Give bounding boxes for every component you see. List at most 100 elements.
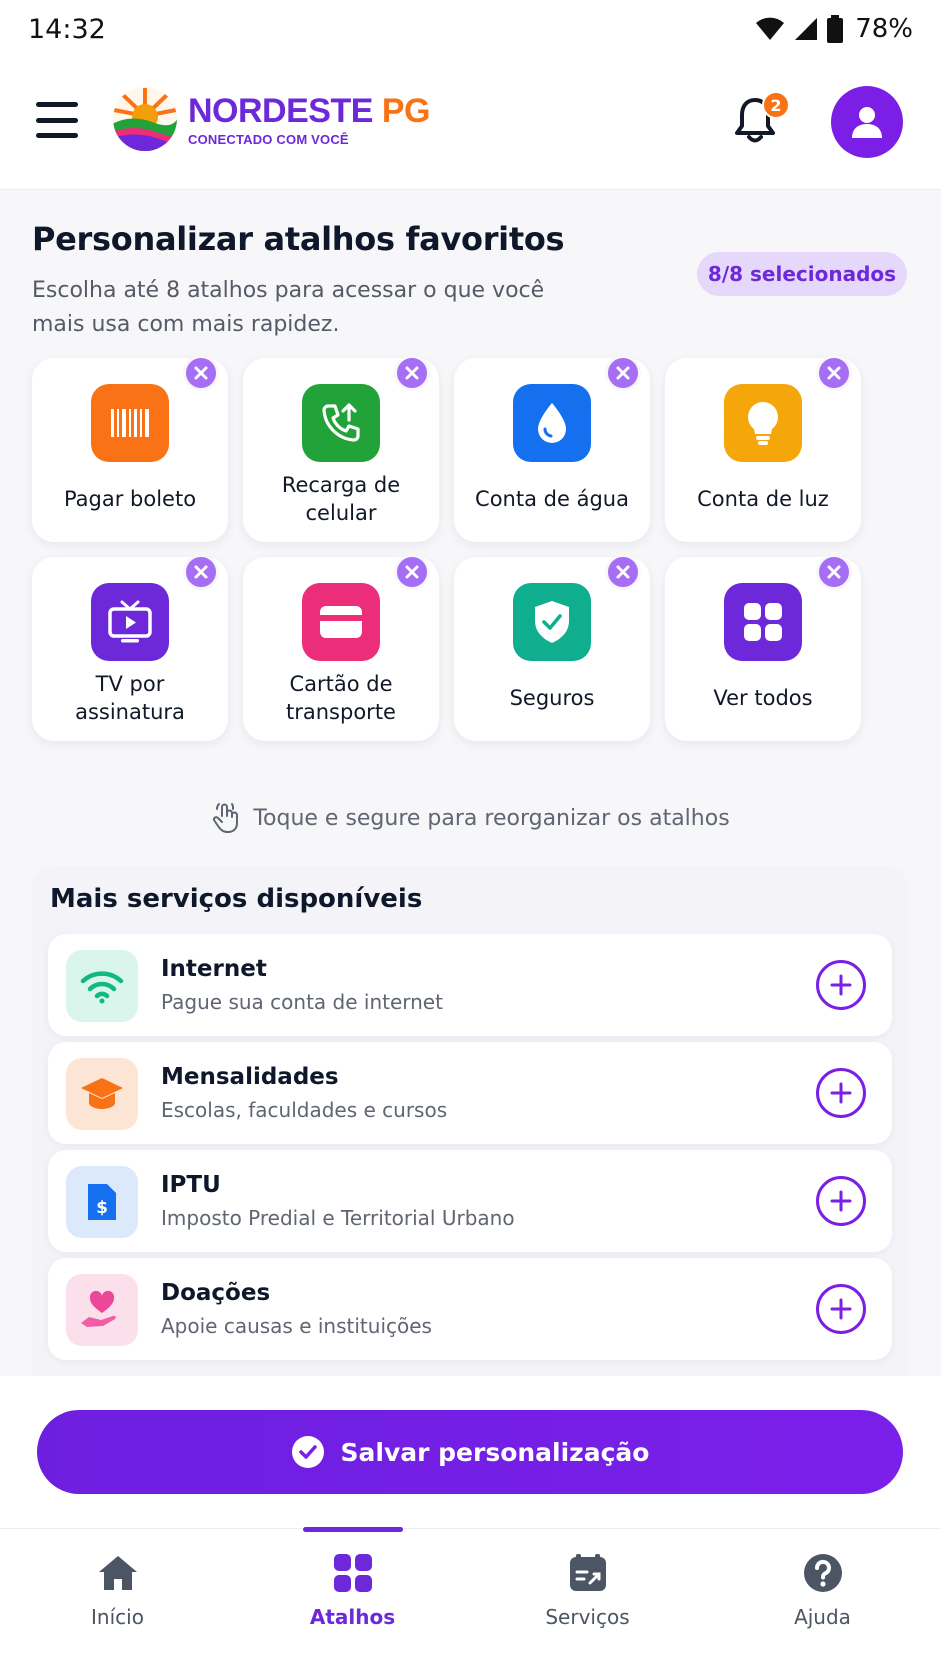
nav-label: Início bbox=[91, 1605, 144, 1629]
shortcut-card[interactable]: Conta de luz bbox=[665, 355, 861, 542]
service-item[interactable]: Mensalidades Escolas, faculdades e cursos bbox=[48, 1042, 892, 1144]
shortcut-card[interactable]: TV por assinatura bbox=[32, 554, 228, 741]
save-customization-button[interactable]: Salvar personalização bbox=[37, 1410, 903, 1494]
user-icon bbox=[852, 107, 882, 138]
save-area: Salvar personalização bbox=[0, 1376, 941, 1528]
service-description: Imposto Predial e Territorial Urbano bbox=[161, 1206, 515, 1230]
lightbulb-icon bbox=[724, 384, 802, 462]
status-icons: 78% bbox=[755, 14, 913, 44]
notifications-button[interactable]: 2 bbox=[732, 91, 790, 149]
hand-tap-icon bbox=[213, 803, 239, 833]
water-drop-icon bbox=[513, 384, 591, 462]
app-header: NORDESTE PG CONECTADO COM VOCÊ 2 bbox=[0, 58, 941, 190]
shortcut-card[interactable]: Conta de água bbox=[454, 355, 650, 542]
shortcut-card[interactable]: Cartão de transporte bbox=[243, 554, 439, 741]
add-service-button[interactable] bbox=[816, 1284, 866, 1334]
add-service-button[interactable] bbox=[816, 1068, 866, 1118]
grid-icon bbox=[333, 1554, 372, 1592]
reorder-hint-text: Toque e segure para reorganizar os atalh… bbox=[253, 805, 730, 831]
active-tab-indicator bbox=[303, 1527, 403, 1532]
close-icon bbox=[827, 366, 841, 380]
grid-icon bbox=[724, 583, 802, 661]
shortcut-card[interactable]: Ver todos bbox=[665, 554, 861, 741]
heart-hand-icon bbox=[66, 1274, 138, 1346]
close-icon bbox=[194, 565, 208, 579]
remove-shortcut-button[interactable] bbox=[183, 554, 219, 590]
service-name: Mensalidades bbox=[161, 1064, 339, 1090]
service-name: Internet bbox=[161, 956, 267, 982]
menu-icon bbox=[36, 102, 78, 107]
shortcut-label: Seguros bbox=[509, 686, 595, 710]
battery-percent: 78% bbox=[855, 14, 913, 44]
shortcut-label: TV por assinatura bbox=[75, 672, 185, 724]
remove-shortcut-button[interactable] bbox=[394, 355, 430, 391]
tv-icon bbox=[91, 583, 169, 661]
page-title: Personalizar atalhos favoritos bbox=[32, 220, 565, 258]
shortcut-label: Pagar boleto bbox=[63, 487, 197, 511]
service-item[interactable]: $ IPTU Imposto Predial e Territorial Urban… bbox=[48, 1150, 892, 1252]
check-circle-icon bbox=[291, 1436, 324, 1468]
nav-label: Atalhos bbox=[309, 1605, 396, 1629]
remove-shortcut-button[interactable] bbox=[605, 554, 641, 590]
service-description: Escolas, faculdades e cursos bbox=[161, 1098, 448, 1122]
close-icon bbox=[616, 565, 630, 579]
remove-shortcut-button[interactable] bbox=[183, 355, 219, 391]
nav-item-atalhos[interactable]: Atalhos bbox=[235, 1527, 470, 1672]
close-icon bbox=[827, 565, 841, 579]
service-item[interactable]: Internet Pague sua conta de internet bbox=[48, 934, 892, 1036]
brand-tagline: CONECTADO COM VOCÊ bbox=[188, 131, 349, 147]
nav-label: Ajuda bbox=[794, 1605, 851, 1629]
profile-avatar-button[interactable] bbox=[831, 86, 903, 158]
wifi-icon bbox=[66, 950, 138, 1022]
nav-item-ajuda[interactable]: Ajuda bbox=[705, 1529, 940, 1672]
phone-recharge-icon bbox=[302, 384, 380, 462]
service-description: Apoie causas e instituições bbox=[161, 1314, 432, 1338]
remove-shortcut-button[interactable] bbox=[816, 554, 852, 590]
service-name: IPTU bbox=[161, 1172, 221, 1198]
page-subtitle: Escolha até 8 atalhos para acessar o que… bbox=[32, 278, 545, 337]
services-icon bbox=[569, 1554, 606, 1591]
add-service-button[interactable] bbox=[816, 960, 866, 1010]
selected-count-badge: 8/8 selecionados bbox=[697, 252, 907, 296]
card-icon bbox=[302, 583, 380, 661]
close-icon bbox=[616, 366, 630, 380]
wifi-status-icon bbox=[756, 17, 785, 40]
shortcut-label: Cartão de transporte bbox=[286, 672, 396, 724]
brand-logo: NORDESTE PG CONECTADO COM VOCÊ bbox=[112, 86, 431, 152]
notification-count-badge: 2 bbox=[762, 91, 790, 119]
signal-icon bbox=[795, 18, 818, 40]
plus-icon bbox=[830, 1082, 852, 1104]
nav-label: Serviços bbox=[545, 1605, 630, 1629]
shortcut-card[interactable]: Seguros bbox=[454, 554, 650, 741]
shortcut-label: Ver todos bbox=[713, 686, 813, 710]
svg-text:$: $ bbox=[96, 1198, 108, 1218]
nav-item-inicio[interactable]: Início bbox=[0, 1529, 235, 1672]
menu-button[interactable] bbox=[36, 102, 78, 138]
service-name: Doações bbox=[161, 1280, 271, 1306]
reorder-hint: Toque e segure para reorganizar os atalh… bbox=[0, 802, 941, 834]
barcode-icon bbox=[91, 384, 169, 462]
tax-document-icon: $ bbox=[66, 1166, 138, 1238]
service-description: Pague sua conta de internet bbox=[161, 990, 443, 1014]
brand-name-part1: NORDESTE bbox=[188, 91, 373, 130]
remove-shortcut-button[interactable] bbox=[605, 355, 641, 391]
brand-name-part2: PG bbox=[381, 91, 431, 130]
remove-shortcut-button[interactable] bbox=[816, 355, 852, 391]
close-icon bbox=[194, 366, 208, 380]
add-service-button[interactable] bbox=[816, 1176, 866, 1226]
shield-check-icon bbox=[513, 583, 591, 661]
close-icon bbox=[405, 366, 419, 380]
remove-shortcut-button[interactable] bbox=[394, 554, 430, 590]
graduation-cap-icon bbox=[66, 1058, 138, 1130]
bottom-navigation: Início Atalhos Serviços Ajuda bbox=[0, 1527, 941, 1672]
shortcut-card[interactable]: Recarga de celular bbox=[243, 355, 439, 542]
close-icon bbox=[405, 565, 419, 579]
nav-item-servicos[interactable]: Serviços bbox=[470, 1529, 705, 1672]
shortcut-card[interactable]: Pagar boleto bbox=[32, 355, 228, 542]
service-item[interactable]: Doações Apoie causas e instituições bbox=[48, 1258, 892, 1360]
save-button-label: Salvar personalização bbox=[340, 1437, 650, 1467]
plus-icon bbox=[830, 1298, 852, 1320]
status-bar: 14:32 78% bbox=[0, 0, 941, 58]
logo-icon bbox=[113, 87, 177, 151]
shortcut-label: Conta de água bbox=[475, 487, 629, 511]
